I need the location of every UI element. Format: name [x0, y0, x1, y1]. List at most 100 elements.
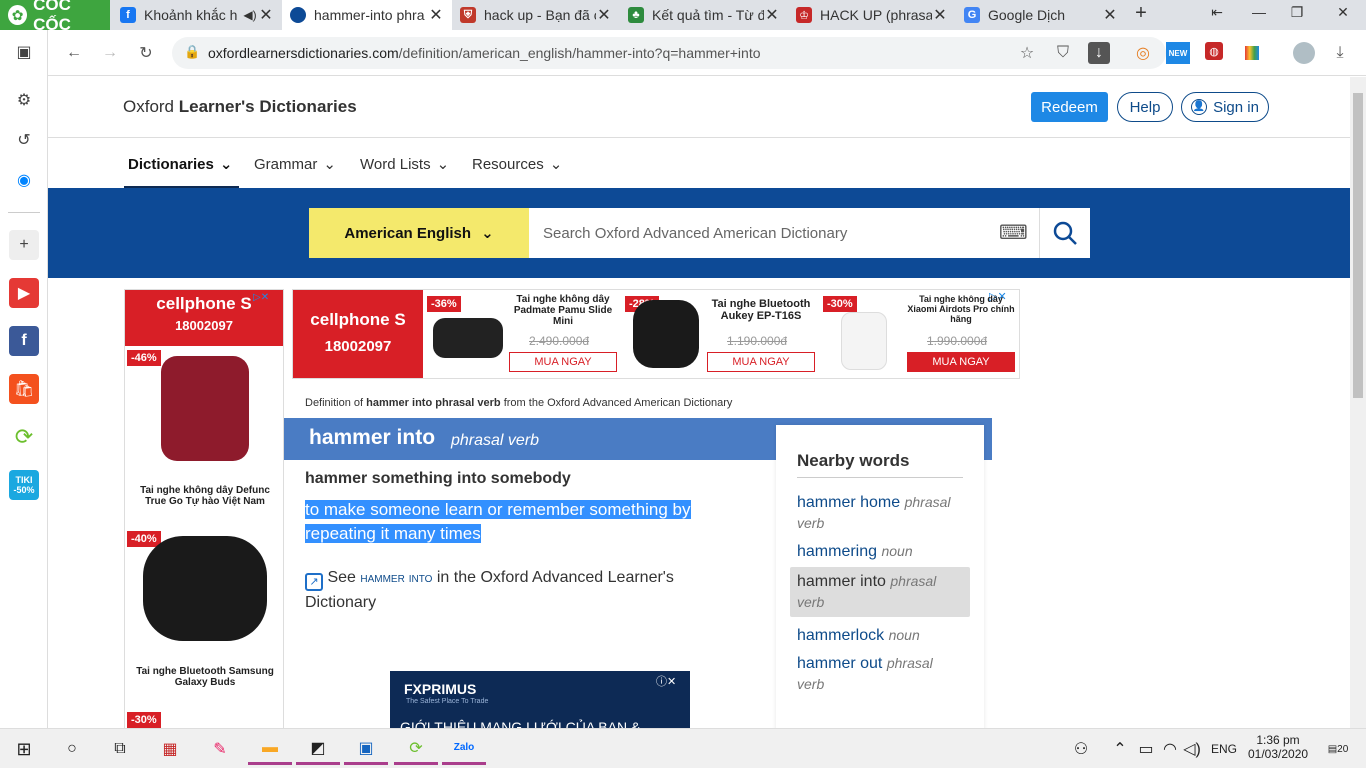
fxprimus-advertisement[interactable]: FXPRIMUS The Safest Place To Trade GIỚI … [390, 671, 690, 728]
nearby-item[interactable]: hammering noun [790, 537, 970, 566]
left-advertisement[interactable]: cellphone S 18002097 ▷✕ -46% Tai nghe kh… [124, 289, 284, 728]
volume-icon[interactable]: ◁) [1180, 733, 1204, 765]
new-extension-icon[interactable]: NEW [1166, 42, 1190, 64]
discount-badge: -36% [427, 296, 461, 312]
shield-icon: ⛨ [460, 7, 476, 23]
messenger-icon[interactable]: ◉ [9, 165, 39, 195]
sign-in-label: Sign in [1213, 98, 1259, 116]
search-input[interactable]: Search Oxford Advanced American Dictiona… [529, 208, 1039, 258]
nearby-item[interactable]: hammer out phrasal verb [790, 649, 970, 699]
browser-sidebar: ▣ ⚙ ↺ ◉ + ▶ f 🛍 ⟳ TIKI -50% [0, 30, 48, 728]
tab-hack-up[interactable]: ⛨ hack up - Bạn đã c ✕ [452, 0, 620, 30]
windows-taskbar: ⊞ ○ ⧉ ▦ ✎ ▬ ◩ ▣ ⟳ Zalo ⚇ ⌃ ▭ ◠ ◁) ENG 1:… [0, 728, 1366, 768]
adchoices-icon[interactable]: ▷✕ [253, 292, 269, 303]
buy-now-button[interactable]: MUA NGAY [707, 352, 815, 372]
see-link[interactable]: hammer into [360, 569, 432, 585]
nearby-item[interactable]: hammerlock noun [790, 621, 970, 650]
top-advertisement[interactable]: cellphone S 18002097 ▷✕ -36% Tai nghe kh… [292, 289, 1020, 379]
tab-ket-qua[interactable]: ♣ Kết quả tìm - Từ đ ✕ [620, 0, 788, 30]
page-scrollbar[interactable] [1350, 77, 1366, 728]
download-icon[interactable]: ⤓ [1329, 42, 1351, 64]
paint-icon[interactable]: ✎ [198, 733, 242, 765]
tab-facebook[interactable]: f Khoảnh khắc h ◀) ✕ [112, 0, 282, 30]
gear-icon[interactable]: ⚙ [9, 85, 39, 115]
red-extension-icon[interactable]: ◍ [1205, 42, 1223, 60]
app-icon[interactable]: ▦ [148, 733, 192, 765]
breadcrumb-bold: hammer into phrasal verb [366, 397, 501, 409]
url-host: oxfordlearnersdictionaries.com [208, 45, 399, 61]
redeem-button[interactable]: Redeem [1031, 92, 1108, 122]
close-window-icon[interactable]: ✕ [1333, 4, 1353, 24]
new-tab-button[interactable]: + [1131, 2, 1151, 24]
avatar[interactable] [1293, 42, 1315, 64]
tab-search-icon[interactable]: ⇤ [1207, 4, 1227, 24]
nav-resources[interactable]: Resources ⌄ [472, 155, 562, 174]
scrollbar-thumb[interactable] [1353, 93, 1363, 398]
youtube-icon[interactable]: ▶ [9, 278, 39, 308]
nav-label: Word Lists [360, 155, 431, 173]
close-icon[interactable]: ✕ [932, 5, 948, 25]
sidebar-toggle-icon[interactable]: ▣ [9, 37, 39, 67]
add-icon[interactable]: + [9, 230, 39, 260]
notifications-icon[interactable]: ▤ 20 [1318, 733, 1358, 765]
history-icon[interactable]: ↺ [9, 125, 39, 155]
product-image [161, 356, 249, 461]
cortana-search-icon[interactable]: ○ [50, 733, 94, 765]
shopee-icon[interactable]: 🛍 [9, 374, 39, 404]
download-box-icon[interactable]: ↓ [1088, 42, 1110, 64]
buy-now-button[interactable]: MUA NGAY [907, 352, 1015, 372]
close-icon[interactable]: ✕ [258, 5, 274, 25]
dictionary-select[interactable]: American English ⌄ [309, 208, 529, 258]
battery-icon[interactable]: ▭ [1134, 733, 1158, 765]
adchoices-icon[interactable]: ⓘ✕ [656, 673, 676, 689]
chevron-up-icon[interactable]: ⌃ [1108, 733, 1132, 765]
tab-cambridge[interactable]: ♔ HACK UP (phrasal ✕ [788, 0, 956, 30]
tab-oxford-active[interactable]: hammer-into phra ✕ [282, 0, 452, 30]
search-button[interactable] [1039, 208, 1090, 258]
windows-start-icon[interactable]: ⊞ [2, 733, 46, 765]
coccoc-green-icon[interactable]: ⟳ [9, 422, 39, 452]
nearby-item[interactable]: hammer home phrasal verb [790, 488, 970, 538]
nav-word-lists[interactable]: Word Lists ⌄ [360, 155, 449, 174]
file-explorer-icon[interactable]: ▬ [248, 733, 292, 765]
buy-now-button[interactable]: MUA NGAY [509, 352, 617, 372]
sign-in-button[interactable]: 👤 Sign in [1181, 92, 1269, 122]
back-arrow-icon[interactable]: ← [63, 42, 85, 64]
tiki-icon[interactable]: TIKI -50% [9, 470, 39, 500]
ad-brand-logo: cellphone S 18002097 [293, 290, 423, 378]
close-icon[interactable]: ✕ [1102, 5, 1118, 25]
tab-google-translate[interactable]: G Google Dịch ✕ [956, 0, 1126, 30]
speaker-icon[interactable]: ◀) [242, 8, 258, 22]
coccoc-menu-button[interactable]: ✿ CỐC CỐC [0, 0, 110, 34]
nav-dictionaries[interactable]: Dictionaries ⌄ [128, 155, 233, 174]
app-icon[interactable]: ▣ [344, 733, 388, 765]
nearby-item-current[interactable]: hammer into phrasal verb [790, 567, 970, 617]
task-view-icon[interactable]: ⧉ [98, 733, 142, 765]
part-of-speech: phrasal verb [451, 432, 540, 449]
bookmark-star-icon[interactable]: ☆ [1016, 42, 1038, 64]
zalo-icon[interactable]: Zalo [442, 733, 486, 765]
wifi-icon[interactable]: ◠ [1158, 733, 1182, 765]
shield-icon[interactable]: ⛉ [1052, 42, 1074, 64]
nav-grammar[interactable]: Grammar ⌄ [254, 155, 336, 174]
close-icon[interactable]: ✕ [428, 5, 444, 25]
coccoc-taskbar-icon[interactable]: ⟳ [394, 733, 438, 765]
chevron-down-icon: ⌄ [219, 156, 233, 173]
keyboard-icon[interactable]: ⌨ [999, 220, 1028, 245]
definition-text: to make someone learn or remember someth… [305, 500, 691, 543]
clock[interactable]: 1:36 pm 01/03/2020 [1248, 733, 1308, 761]
people-icon[interactable]: ⚇ [1066, 733, 1096, 765]
close-icon[interactable]: ✕ [596, 5, 612, 25]
forward-arrow-icon[interactable]: → [99, 42, 121, 64]
reload-icon[interactable]: ↻ [135, 42, 157, 64]
minimize-icon[interactable]: — [1249, 4, 1269, 24]
language-indicator[interactable]: ENG [1206, 733, 1242, 765]
close-icon[interactable]: ✕ [764, 5, 780, 25]
facebook-icon[interactable]: f [9, 326, 39, 356]
coccoc-extension-icon[interactable]: ◎ [1132, 42, 1154, 64]
maximize-icon[interactable]: ❐ [1287, 4, 1307, 24]
app-icon[interactable]: ◩ [296, 733, 340, 765]
color-palette-icon[interactable] [1241, 42, 1263, 64]
site-logo[interactable]: Oxford Learner's Dictionaries [123, 97, 357, 117]
help-button[interactable]: Help [1117, 92, 1173, 122]
